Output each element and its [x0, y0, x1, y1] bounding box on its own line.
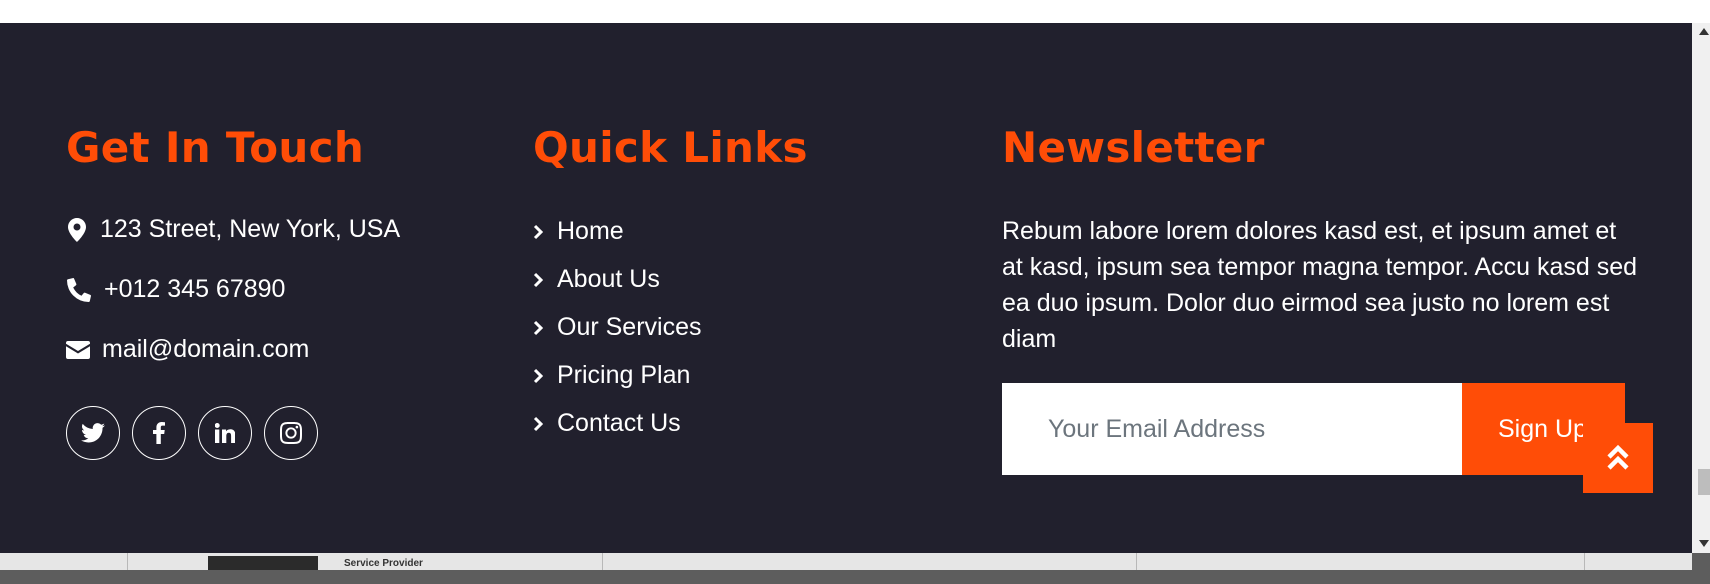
page-top-strip — [0, 0, 1692, 23]
twitter-icon — [81, 423, 105, 443]
instagram-icon — [280, 422, 302, 444]
quick-link-label: About Us — [557, 265, 660, 293]
chevron-right-icon — [533, 416, 545, 432]
contact-phone: +012 345 67890 — [66, 275, 285, 304]
peek-caption: Service Provider — [344, 558, 423, 569]
divider — [1584, 553, 1585, 570]
divider — [127, 553, 128, 570]
newsletter-text: Rebum labore lorem dolores kasd est, et … — [1002, 217, 1638, 353]
quick-link-about[interactable]: About Us — [533, 265, 660, 294]
footer: Get In Touch 123 Street, New York, USA +… — [0, 23, 1692, 553]
contact-email: mail@domain.com — [66, 335, 309, 364]
quick-links-title: Quick Links — [533, 123, 808, 172]
quick-link-label: Our Services — [557, 313, 702, 341]
quick-link-home[interactable]: Home — [533, 217, 624, 246]
quick-link-services[interactable]: Our Services — [533, 313, 701, 342]
linkedin-button[interactable] — [198, 406, 252, 460]
divider — [1136, 553, 1137, 570]
back-to-top-button[interactable] — [1583, 423, 1653, 493]
facebook-button[interactable] — [132, 406, 186, 460]
contact-title: Get In Touch — [66, 123, 365, 172]
linkedin-icon — [215, 423, 235, 443]
map-marker-icon — [66, 217, 88, 243]
social-links — [66, 406, 330, 460]
contact-email-text: mail@domain.com — [102, 335, 310, 363]
contact-address-text: 123 Street, New York, USA — [100, 215, 401, 243]
divider — [602, 553, 603, 570]
chevron-right-icon — [533, 368, 545, 384]
quick-link-contact[interactable]: Contact Us — [533, 409, 681, 438]
newsletter-email-input[interactable] — [1002, 383, 1462, 475]
quick-link-pricing[interactable]: Pricing Plan — [533, 361, 690, 390]
quick-link-label: Contact Us — [557, 409, 681, 437]
contact-address: 123 Street, New York, USA — [66, 215, 400, 244]
double-chevron-up-icon — [1607, 444, 1629, 470]
scroll-up-arrow-icon[interactable] — [1699, 28, 1709, 35]
newsletter-title: Newsletter — [1002, 123, 1265, 172]
chevron-right-icon — [533, 224, 545, 240]
chevron-right-icon — [533, 272, 545, 288]
instagram-button[interactable] — [264, 406, 318, 460]
facebook-icon — [153, 422, 165, 444]
scroll-down-arrow-icon[interactable] — [1699, 540, 1709, 547]
twitter-button[interactable] — [66, 406, 120, 460]
phone-icon — [66, 277, 92, 303]
contact-phone-text: +012 345 67890 — [104, 275, 286, 303]
envelope-icon — [66, 337, 90, 363]
quick-link-label: Home — [557, 217, 624, 245]
peek-thumbnail — [208, 556, 318, 570]
chevron-right-icon — [533, 320, 545, 336]
scrollbar-thumb[interactable] — [1698, 469, 1710, 495]
quick-link-label: Pricing Plan — [557, 361, 691, 389]
